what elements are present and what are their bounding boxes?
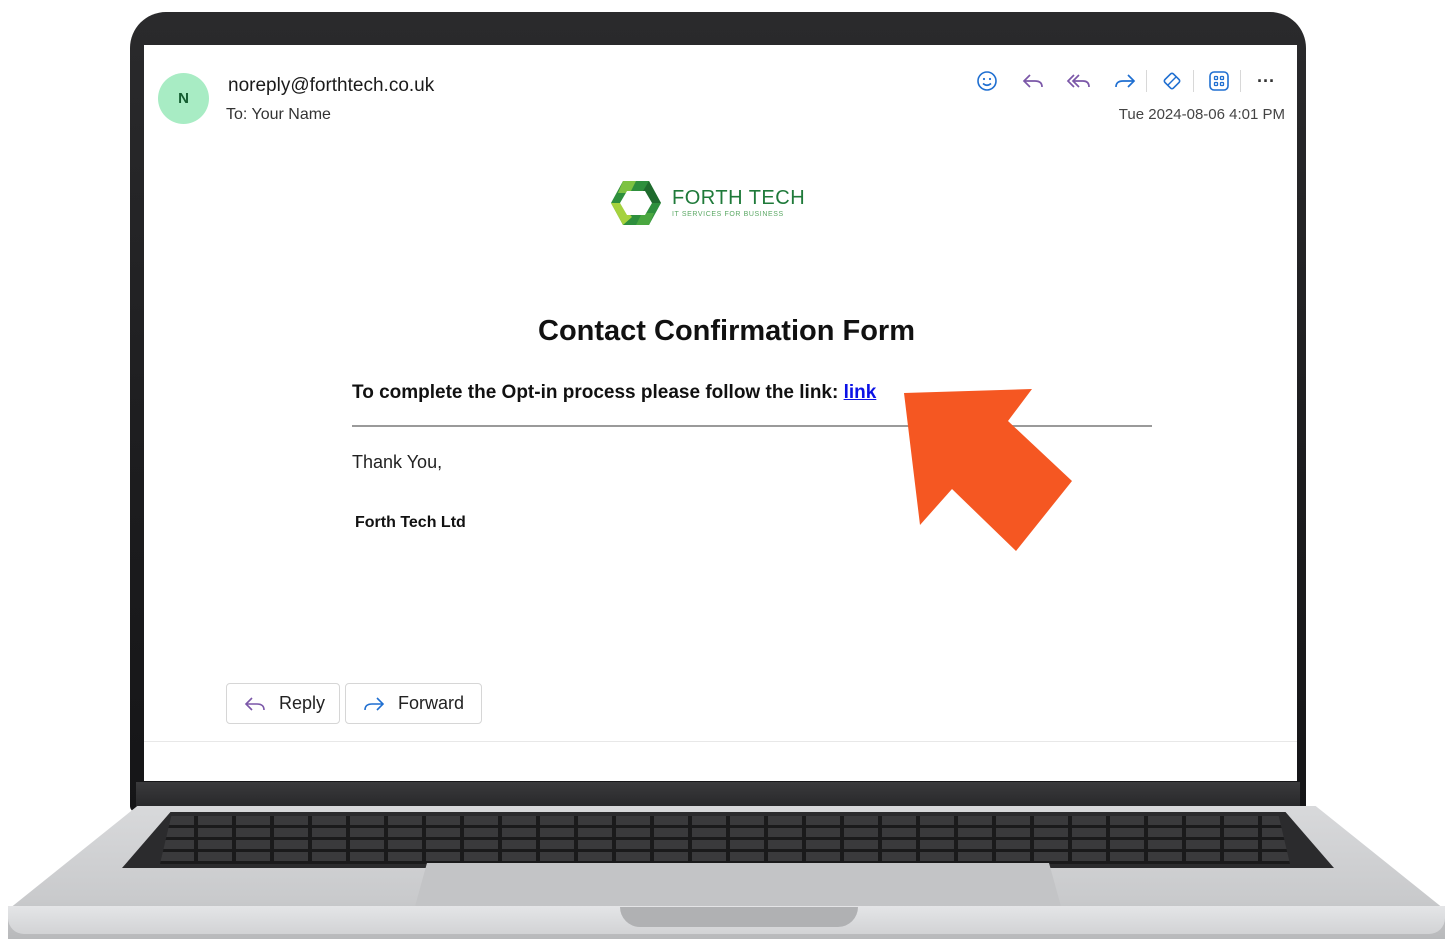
- message-date: Tue 2024-08-06 4:01 PM: [1118, 106, 1285, 123]
- thanks-text: Thank You,: [352, 452, 443, 472]
- email-title: Contact Confirmation Form: [538, 315, 915, 347]
- forward-button[interactable]: Forward: [345, 683, 482, 724]
- logo-name: FORTH TECH: [672, 187, 806, 209]
- forth-tech-logo: FORTH TECH IT SERVICES FOR BUSINESS: [610, 179, 805, 227]
- optin-text: To complete the Opt-in process please fo…: [352, 382, 839, 403]
- toolbar-separator-3: [1240, 70, 1241, 92]
- message-toolbar: ···: [972, 66, 1297, 96]
- email-screen: [144, 45, 1297, 781]
- forward-icon: [362, 694, 386, 714]
- toolbar-separator: [1146, 70, 1147, 92]
- recipient-line: To: Your Name: [226, 106, 331, 124]
- pointer-arrow-icon: [904, 389, 1072, 551]
- to-label: To:: [226, 106, 248, 123]
- optin-link[interactable]: link: [844, 382, 877, 403]
- apps-icon[interactable]: [1204, 66, 1234, 96]
- sender-avatar: N: [158, 73, 209, 124]
- emoji-icon[interactable]: [972, 66, 1002, 96]
- optin-instruction: To complete the Opt-in process please fo…: [352, 382, 876, 404]
- laptop-trackpad: [414, 863, 1062, 910]
- logo-tagline: IT SERVICES FOR BUSINESS: [672, 211, 784, 218]
- more-icon[interactable]: ···: [1251, 66, 1281, 96]
- sender-address[interactable]: noreply@forthtech.co.uk: [228, 75, 434, 97]
- hexagon-logo-icon: [611, 181, 661, 225]
- reply-all-icon[interactable]: [1064, 66, 1094, 96]
- reading-pane-bottom-rule: [144, 741, 1297, 742]
- reply-icon: [243, 694, 267, 714]
- forward-icon[interactable]: [1110, 66, 1140, 96]
- reply-label: Reply: [279, 693, 326, 713]
- reply-icon[interactable]: [1018, 66, 1048, 96]
- recipient-name[interactable]: Your Name: [252, 106, 331, 123]
- keyboard-keys: [160, 816, 1290, 864]
- tag-icon[interactable]: [1157, 66, 1187, 96]
- reply-button[interactable]: Reply: [226, 683, 340, 724]
- toolbar-separator-2: [1193, 70, 1194, 92]
- laptop-notch: [620, 907, 858, 927]
- forward-label: Forward: [398, 693, 465, 713]
- signature: Forth Tech Ltd: [355, 514, 466, 531]
